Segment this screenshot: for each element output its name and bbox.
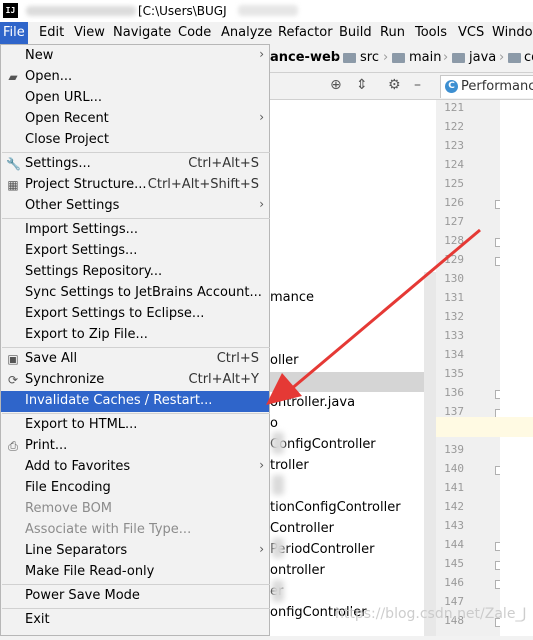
arrow-head	[266, 373, 302, 405]
arrow-shaft	[289, 228, 481, 392]
watermark: https://blog.csdn.net/Zale_J	[335, 606, 527, 622]
red-annotation-arrow	[266, 228, 481, 405]
